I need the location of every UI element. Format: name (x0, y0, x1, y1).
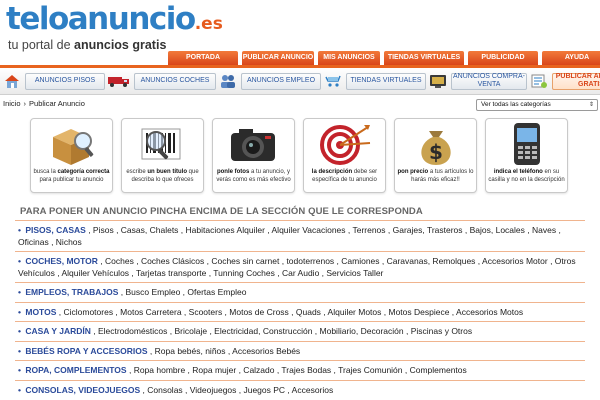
bullet: • (18, 384, 21, 395)
shop-icon (323, 72, 343, 90)
category-row: • CASA Y JARDÍN , Electrodomésticos , Br… (15, 321, 585, 341)
category-link-coches-motor[interactable]: COCHES, MOTOR (25, 256, 98, 266)
category-list: • PISOS, CASAS , Pisos , Casas, Chalets … (15, 220, 585, 399)
subcategory-links[interactable]: , Electrodomésticos , Bricolaje , Electr… (93, 326, 472, 336)
bullet: • (18, 345, 21, 356)
category-select-value: Ver todas las categorías (481, 101, 551, 108)
camera-icon (224, 121, 284, 167)
tab-publicar-anuncio[interactable]: PUBLICAR ANUNCIO (242, 51, 314, 65)
category-link-ropa-complementos[interactable]: ROPA, COMPLEMENTOS (25, 365, 126, 375)
select-arrows-icon: ⇕ (588, 102, 594, 108)
category-row: • ROPA, COMPLEMENTOS , Ropa hombre , Rop… (15, 360, 585, 380)
tip-text-photos: ponle fotos a tu anuncio, y verás como e… (216, 169, 291, 183)
category-link-casa-jardin[interactable]: CASA Y JARDÍN (25, 326, 91, 336)
tab-ayuda[interactable]: AYUDA (542, 51, 600, 65)
category-row: • PISOS, CASAS , Pisos , Casas, Chalets … (15, 220, 585, 251)
bullet: • (18, 365, 21, 375)
tip-card-title: escribe un buen título que describa lo q… (121, 118, 204, 193)
subcategory-links[interactable]: , Consolas , Videojuegos , Juegos PC , A… (143, 385, 334, 395)
category-navigation: ANUNCIOS PISOS ANUNCIOS COCHES ANUNCIOS … (0, 68, 600, 95)
nav-publicar-anuncio-gratis[interactable]: PUBLICAR ANUNCIO GRATIS (529, 71, 600, 92)
nav-compra-venta-label: ANUNCIOS COMPRA-VENTA (451, 72, 527, 90)
top-navigation: PORTADA PUBLICAR ANUNCIO MIS ANUNCIOS TI… (168, 51, 600, 65)
tip-text-title: escribe un buen título que describa lo q… (126, 169, 199, 183)
category-row: • CONSOLAS, VIDEOJUEGOS , Consolas , Vid… (15, 379, 585, 400)
bullet: • (18, 306, 21, 317)
nav-publicar-anuncio-gratis-label: PUBLICAR ANUNCIO GRATIS (552, 72, 600, 90)
bullet: • (18, 256, 21, 266)
tip-card-phone: indica el teléfono en su casilla y no en… (485, 118, 568, 193)
tips-cards: busca la categoría correcta para publica… (30, 118, 568, 193)
category-link-pisos-casas[interactable]: PISOS, CASAS (25, 225, 85, 235)
logo-wordmark: teloanuncio.es (6, 1, 223, 37)
category-link-consolas-videojuegos[interactable]: CONSOLAS, VIDEOJUEGOS (25, 385, 140, 395)
nav-anuncios-coches[interactable]: ANUNCIOS COCHES (107, 71, 216, 92)
mobile-phone-icon (497, 121, 557, 167)
category-row: • COCHES, MOTOR , Coches , Coches Clásic… (15, 251, 585, 282)
tab-publicidad[interactable]: PUBLICIDAD (468, 51, 538, 65)
site-logo[interactable]: teloanuncio.es tu portal de anuncios gra… (6, 1, 223, 52)
nav-anuncios-pisos-label: ANUNCIOS PISOS (25, 72, 105, 90)
box-magnifier-icon (42, 121, 102, 167)
category-link-motos[interactable]: MOTOS (25, 307, 56, 317)
subcategory-links[interactable]: , Busco Empleo , Ofertas Empleo (121, 287, 247, 297)
people-icon (218, 72, 238, 90)
category-select[interactable]: Ver todas las categorías ⇕ (476, 99, 598, 111)
nav-anuncios-coches-label: ANUNCIOS COCHES (134, 72, 216, 90)
subcategory-links[interactable]: , Pisos , Casas, Chalets , Habitaciones … (18, 225, 561, 247)
nav-anuncios-empleo[interactable]: ANUNCIOS EMPLEO (218, 71, 321, 92)
publish-icon (529, 72, 549, 90)
tip-text-phone: indica el teléfono en su casilla y no en… (488, 169, 565, 183)
category-row: • MOTOS , Ciclomotores , Motos Carretera… (15, 301, 585, 322)
category-row: • BEBÉS ROPA Y ACCESORIOS , Ropa bebés, … (15, 340, 585, 361)
page: { "logo": { "main": "teloanuncio", "tld"… (0, 0, 600, 400)
tip-text-description: la descripción debe ser específica de tu… (311, 169, 378, 183)
bullet: • (18, 225, 21, 235)
tip-card-category: busca la categoría correcta para publica… (30, 118, 113, 193)
tip-card-price: $ pon precio a tus artículos lo harás má… (394, 118, 477, 193)
tip-card-photos: ponle fotos a tu anuncio, y verás como e… (212, 118, 295, 193)
section-instruction: PARA PONER UN ANUNCIO PINCHA ENCIMA DE L… (20, 206, 423, 217)
breadcrumb-inicio[interactable]: Inicio (3, 99, 21, 108)
breadcrumb: Inicio › Publicar Anuncio (3, 99, 85, 108)
subcategory-links[interactable]: , Ciclomotores , Motos Carretera , Scoot… (59, 307, 523, 317)
bullet: • (18, 287, 21, 297)
breadcrumb-separator: › (23, 99, 27, 108)
tip-text-category: busca la categoría correcta para publica… (33, 169, 110, 183)
bullet: • (18, 326, 21, 336)
tv-icon (428, 72, 448, 90)
category-link-bebes[interactable]: BEBÉS ROPA Y ACCESORIOS (25, 346, 147, 356)
category-link-empleos-trabajos[interactable]: EMPLEOS, TRABAJOS (25, 287, 118, 297)
nav-tiendas-virtuales[interactable]: TIENDAS VIRTUALES (323, 71, 426, 92)
money-bag-icon: $ (406, 121, 466, 167)
breadcrumb-current: Publicar Anuncio (29, 99, 85, 108)
subcategory-links[interactable]: , Coches , Coches Clásicos , Coches sin … (18, 256, 576, 278)
nav-compra-venta[interactable]: ANUNCIOS COMPRA-VENTA (428, 71, 527, 92)
target-icon (315, 121, 375, 167)
nav-anuncios-pisos[interactable]: ANUNCIOS PISOS (2, 71, 105, 92)
tip-text-price: pon precio a tus artículos lo harás más … (397, 169, 474, 183)
truck-icon (107, 72, 131, 90)
nav-tiendas-virtuales-label: TIENDAS VIRTUALES (346, 72, 426, 90)
tab-portada[interactable]: PORTADA (168, 51, 238, 65)
subcategory-links[interactable]: , Ropa bebés, niños , Accesorios Bebés (150, 346, 300, 356)
subcategory-links[interactable]: , Ropa hombre , Ropa mujer , Calzado , T… (129, 365, 467, 375)
category-row: • EMPLEOS, TRABAJOS , Busco Empleo , Ofe… (15, 282, 585, 302)
nav-anuncios-empleo-label: ANUNCIOS EMPLEO (241, 72, 321, 90)
tab-tiendas-virtuales[interactable]: TIENDAS VIRTUALES (384, 51, 464, 65)
barcode-magnifier-icon (133, 121, 193, 167)
tip-card-description: la descripción debe ser específica de tu… (303, 118, 386, 193)
tab-mis-anuncios[interactable]: MIS ANUNCIOS (318, 51, 380, 65)
house-icon (2, 72, 22, 90)
svg-text:$: $ (429, 140, 443, 164)
